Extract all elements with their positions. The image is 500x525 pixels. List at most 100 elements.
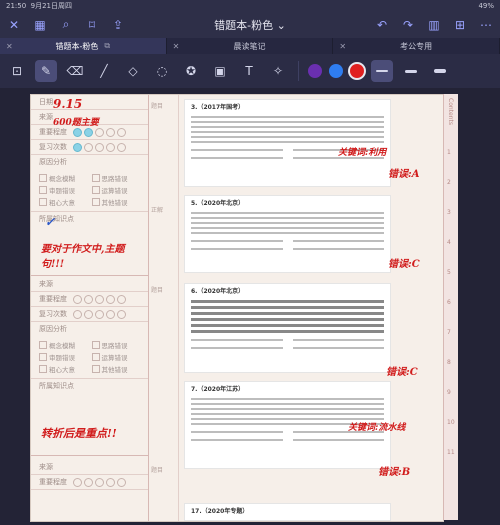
section-tab-4[interactable]: 4 (447, 239, 451, 246)
checkbox-reason[interactable]: 运算错误 (91, 185, 141, 195)
section-tab-7[interactable]: 7 (447, 329, 451, 336)
title-bar: ✕ ▦ ⌕ ⌑ ⇪ 错题本-粉色 ⌄ ↶ ↷ ▥ ⊞ ⋯ (0, 11, 500, 38)
question-number: 6.（2020年北京） (191, 288, 245, 295)
review-rating[interactable] (73, 142, 126, 152)
grid-view-icon[interactable]: ▦ (32, 17, 48, 33)
checkbox-reason[interactable]: 其他错误 (91, 364, 141, 374)
question-17-scan: 17.（2020年专题） (184, 503, 391, 521)
section-divider (31, 275, 148, 276)
share-icon[interactable]: ⇪ (110, 17, 126, 33)
checkbox-reason[interactable]: 概念模糊 (39, 340, 88, 350)
section-tabs: Contents 1 2 3 4 5 6 7 8 9 10 11 (443, 94, 458, 520)
record-block-2: 来源 重要程度 复习次数 原因分析 概念模糊 思路错误 审题错误 运算错误 粗心… (31, 277, 148, 393)
keyword-annotation: 关键词:利用 (338, 148, 387, 158)
handwritten-source: 600题主要 (53, 118, 99, 128)
toolbar-divider (298, 61, 299, 81)
checkbox-reason[interactable]: 思路错误 (91, 340, 141, 350)
lasso-icon[interactable]: ◌ (151, 60, 173, 82)
section-tab-2[interactable]: 2 (447, 179, 451, 186)
review-rating[interactable] (73, 309, 126, 319)
star-icon[interactable]: ✪ (180, 60, 202, 82)
question-label: 题目 (151, 103, 164, 110)
question-document: 3.（2017年国考） 关键词:利用 错误:A 5.（2020年北京） 错误:C… (178, 95, 443, 521)
image-icon[interactable]: ▣ (209, 60, 231, 82)
zoom-icon[interactable]: ⊡ (6, 60, 28, 82)
more-icon[interactable]: ⋯ (478, 17, 494, 33)
source-row[interactable]: 来源 (31, 460, 148, 475)
checkbox-reason[interactable]: 粗心大意 (39, 197, 88, 207)
reason-checklist: 概念模糊 思路错误 审题错误 运算错误 粗心大意 其他错误 (31, 336, 148, 378)
checkbox-reason[interactable]: 审题错误 (39, 185, 88, 195)
checkmark-annotation: ✓ (45, 215, 56, 229)
checkbox-reason[interactable]: 粗心大意 (39, 364, 88, 374)
pages-icon[interactable]: ▥ (426, 17, 442, 33)
color-blue-swatch[interactable] (329, 64, 343, 78)
importance-row[interactable]: 重要程度 (31, 292, 148, 307)
laser-icon[interactable]: ✧ (267, 60, 289, 82)
section-tab-5[interactable]: 5 (447, 269, 451, 276)
redo-icon[interactable]: ↷ (400, 17, 416, 33)
contents-tab[interactable]: Contents (447, 98, 454, 125)
status-battery: 49% (478, 1, 494, 10)
tool-bar: ⊡ ✎ ⌫ ╱ ◇ ◌ ✪ ▣ T ✧ (0, 54, 500, 88)
question-5-scan: 5.（2020年北京） (184, 195, 391, 273)
tab-wrong-book[interactable]: ✕ 错题本-粉色 ⧉ (0, 38, 167, 54)
bookmark-icon[interactable]: ⌑ (84, 17, 100, 33)
question-number: 17.（2020年专题） (191, 508, 249, 515)
checkbox-reason[interactable]: 思路错误 (91, 173, 141, 183)
undo-icon[interactable]: ↶ (374, 17, 390, 33)
close-tab-icon[interactable]: ✕ (173, 42, 180, 51)
review-row[interactable]: 复习次数 (31, 307, 148, 322)
shapes-icon[interactable]: ◇ (122, 60, 144, 82)
medium-stroke-option[interactable] (400, 60, 422, 82)
section-tab-11[interactable]: 11 (447, 449, 455, 456)
record-block-3: 来源 重要程度 (31, 460, 148, 490)
importance-row[interactable]: 重要程度 (31, 475, 148, 490)
pen-icon[interactable]: ✎ (35, 60, 57, 82)
error-annotation: 错误:A (388, 169, 420, 180)
section-tab-6[interactable]: 6 (447, 299, 451, 306)
close-tab-icon[interactable]: ✕ (6, 42, 13, 51)
section-tab-3[interactable]: 3 (447, 209, 451, 216)
importance-rating[interactable] (73, 127, 126, 137)
tab-civil-exam[interactable]: ✕ 考公专用 (333, 38, 500, 54)
question-number: 7.（2020年江苏） (191, 386, 245, 393)
checkbox-reason[interactable]: 概念模糊 (39, 173, 88, 183)
thin-stroke-option[interactable] (371, 60, 393, 82)
section-tab-1[interactable]: 1 (447, 149, 451, 156)
section-tab-9[interactable]: 9 (447, 389, 451, 396)
text-icon[interactable]: T (238, 60, 260, 82)
tab-morning-notes[interactable]: ✕ 晨读笔记 (167, 38, 334, 54)
checkbox-reason[interactable]: 运算错误 (91, 352, 141, 362)
close-document-icon[interactable]: ✕ (6, 17, 22, 33)
checkbox-reason[interactable]: 其他错误 (91, 197, 141, 207)
question-label: 题目 (151, 287, 164, 294)
color-purple-swatch[interactable] (308, 64, 322, 78)
source-row[interactable]: 来源 (31, 277, 148, 292)
question-6-scan: 6.（2020年北京） (184, 283, 391, 373)
importance-rating[interactable] (73, 294, 126, 304)
canvas-area: 日期 来源 重要程度 复习次数 原因分析 概念模糊 思路错误 审题错误 运算错误… (0, 88, 500, 525)
note-page[interactable]: 日期 来源 重要程度 复习次数 原因分析 概念模糊 思路错误 审题错误 运算错误… (30, 94, 444, 522)
checkbox-reason[interactable]: 审题错误 (39, 352, 88, 362)
section-tab-10[interactable]: 10 (447, 419, 455, 426)
handwritten-date: 9.15 (53, 97, 83, 111)
tab-link-icon: ⧉ (104, 41, 111, 50)
review-row[interactable]: 复习次数 (31, 140, 148, 155)
date-row[interactable]: 日期 (31, 95, 148, 110)
section-divider (31, 455, 148, 456)
question-label: 题目 (151, 467, 164, 474)
color-red-swatch[interactable] (350, 64, 364, 78)
section-tab-8[interactable]: 8 (447, 359, 451, 366)
question-3-scan: 3.（2017年国考） (184, 99, 391, 187)
keyword-annotation: 关键词:流水线 (348, 423, 406, 433)
highlighter-icon[interactable]: ╱ (93, 60, 115, 82)
thick-stroke-option[interactable] (429, 60, 451, 82)
eraser-icon[interactable]: ⌫ (64, 60, 86, 82)
handwritten-knowledge-note: 转折后是重点!! (41, 427, 117, 440)
add-page-icon[interactable]: ⊞ (452, 17, 468, 33)
tab-bar: ✕ 错题本-粉色 ⧉ ✕ 晨读笔记 ✕ 考公专用 (0, 38, 500, 54)
importance-rating[interactable] (73, 477, 126, 487)
close-tab-icon[interactable]: ✕ (339, 42, 346, 51)
search-icon[interactable]: ⌕ (58, 17, 74, 33)
